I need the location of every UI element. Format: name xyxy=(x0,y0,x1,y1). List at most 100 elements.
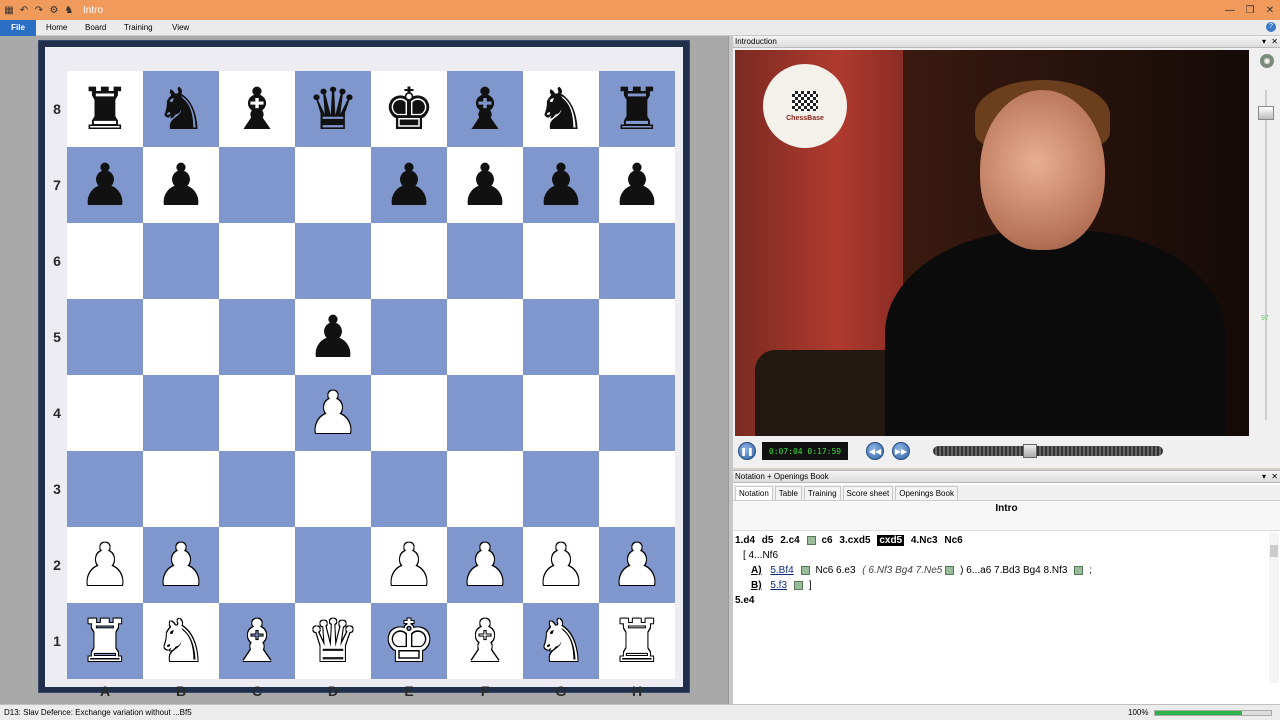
square-f7[interactable]: ♟ xyxy=(447,147,523,223)
board-icon[interactable]: ▦ xyxy=(2,3,16,17)
square-a1[interactable]: ♜ xyxy=(67,603,143,679)
square-g4[interactable] xyxy=(523,375,599,451)
square-e1[interactable]: ♚ xyxy=(371,603,447,679)
black-pawn-icon[interactable]: ♟ xyxy=(535,156,587,214)
black-knight-icon[interactable]: ♞ xyxy=(535,80,587,138)
square-c3[interactable] xyxy=(219,451,295,527)
square-f4[interactable] xyxy=(447,375,523,451)
square-a6[interactable] xyxy=(67,223,143,299)
video-clip-icon[interactable] xyxy=(806,535,816,545)
square-b2[interactable]: ♟ xyxy=(143,527,219,603)
undo-icon[interactable]: ↶ xyxy=(17,3,31,17)
square-d7[interactable] xyxy=(295,147,371,223)
white-pawn-icon[interactable]: ♟ xyxy=(307,384,359,442)
tab-file[interactable]: File xyxy=(0,20,36,36)
variation-start[interactable]: [ 4...Nf6 xyxy=(735,548,1265,563)
black-bishop-icon[interactable]: ♝ xyxy=(459,80,511,138)
tab-notation[interactable]: Notation xyxy=(735,486,773,500)
square-b3[interactable] xyxy=(143,451,219,527)
square-e7[interactable]: ♟ xyxy=(371,147,447,223)
square-g3[interactable] xyxy=(523,451,599,527)
move[interactable]: c6 xyxy=(822,535,833,546)
square-b7[interactable]: ♟ xyxy=(143,147,219,223)
zoom-slider[interactable] xyxy=(1154,710,1272,716)
move[interactable]: d5 xyxy=(762,535,774,546)
square-b8[interactable]: ♞ xyxy=(143,71,219,147)
current-move[interactable]: cxd5 xyxy=(877,535,905,546)
square-h8[interactable]: ♜ xyxy=(599,71,675,147)
square-e5[interactable] xyxy=(371,299,447,375)
black-pawn-icon[interactable]: ♟ xyxy=(383,156,435,214)
close-icon[interactable]: ✕ xyxy=(1260,0,1280,20)
black-pawn-icon[interactable]: ♟ xyxy=(307,308,359,366)
video-clip-icon[interactable] xyxy=(800,565,810,575)
square-d1[interactable]: ♛ xyxy=(295,603,371,679)
square-b6[interactable] xyxy=(143,223,219,299)
seek-bar[interactable] xyxy=(933,446,1163,456)
move[interactable]: 5.e4 xyxy=(735,595,754,606)
tab-table[interactable]: Table xyxy=(774,486,802,500)
black-king-icon[interactable]: ♚ xyxy=(383,80,435,138)
white-knight-icon[interactable]: ♞ xyxy=(155,612,207,670)
variation-move[interactable]: 5.Bf4 xyxy=(770,565,793,576)
square-h5[interactable] xyxy=(599,299,675,375)
move[interactable]: 3.cxd5 xyxy=(839,535,870,546)
black-pawn-icon[interactable]: ♟ xyxy=(155,156,207,214)
square-a5[interactable] xyxy=(67,299,143,375)
black-knight-icon[interactable]: ♞ xyxy=(155,80,207,138)
square-h7[interactable]: ♟ xyxy=(599,147,675,223)
square-b5[interactable] xyxy=(143,299,219,375)
square-e2[interactable]: ♟ xyxy=(371,527,447,603)
square-g2[interactable]: ♟ xyxy=(523,527,599,603)
white-pawn-icon[interactable]: ♟ xyxy=(535,536,587,594)
video-clip-icon[interactable] xyxy=(794,580,804,590)
square-b4[interactable] xyxy=(143,375,219,451)
square-c5[interactable] xyxy=(219,299,295,375)
square-d3[interactable] xyxy=(295,451,371,527)
tab-board[interactable]: Board xyxy=(79,20,112,36)
square-h1[interactable]: ♜ xyxy=(599,603,675,679)
white-pawn-icon[interactable]: ♟ xyxy=(155,536,207,594)
tab-training[interactable]: Training xyxy=(803,486,841,500)
square-g8[interactable]: ♞ xyxy=(523,71,599,147)
square-h4[interactable] xyxy=(599,375,675,451)
move[interactable]: 1.d4 xyxy=(735,535,755,546)
minimize-icon[interactable]: — xyxy=(1220,0,1240,20)
black-queen-icon[interactable]: ♛ xyxy=(307,80,359,138)
black-rook-icon[interactable]: ♜ xyxy=(611,80,663,138)
video-clip-icon[interactable] xyxy=(1074,565,1084,575)
video-frame[interactable]: ChessBase xyxy=(735,50,1249,436)
tab-training[interactable]: Training xyxy=(118,20,159,36)
speaker-icon[interactable]: ◉ xyxy=(1260,54,1274,68)
square-c8[interactable]: ♝ xyxy=(219,71,295,147)
variation-move[interactable]: 5.f3 xyxy=(770,580,787,591)
black-bishop-icon[interactable]: ♝ xyxy=(231,80,283,138)
move[interactable]: 2.c4 xyxy=(780,535,799,546)
black-pawn-icon[interactable]: ♟ xyxy=(611,156,663,214)
square-g6[interactable] xyxy=(523,223,599,299)
tab-home[interactable]: Home xyxy=(40,20,73,36)
square-a8[interactable]: ♜ xyxy=(67,71,143,147)
white-bishop-icon[interactable]: ♝ xyxy=(231,612,283,670)
square-d4[interactable]: ♟ xyxy=(295,375,371,451)
square-f8[interactable]: ♝ xyxy=(447,71,523,147)
square-f6[interactable] xyxy=(447,223,523,299)
square-h2[interactable]: ♟ xyxy=(599,527,675,603)
white-pawn-icon[interactable]: ♟ xyxy=(459,536,511,594)
rewind-icon[interactable]: ◀◀ xyxy=(866,442,884,460)
square-a7[interactable]: ♟ xyxy=(67,147,143,223)
square-d8[interactable]: ♛ xyxy=(295,71,371,147)
square-f1[interactable]: ♝ xyxy=(447,603,523,679)
move[interactable]: 4.Nc3 xyxy=(911,535,938,546)
square-g1[interactable]: ♞ xyxy=(523,603,599,679)
white-pawn-icon[interactable]: ♟ xyxy=(383,536,435,594)
notation-text[interactable]: 1.d4 d5 2.c4 c6 3.cxd5 cxd5 4.Nc3 Nc6 [ … xyxy=(735,533,1265,683)
square-g7[interactable]: ♟ xyxy=(523,147,599,223)
move[interactable]: Nc6 xyxy=(944,535,962,546)
pane-menu-icon[interactable]: ▾ xyxy=(1262,471,1266,483)
volume-thumb[interactable] xyxy=(1258,106,1274,120)
black-pawn-icon[interactable]: ♟ xyxy=(79,156,131,214)
square-d6[interactable] xyxy=(295,223,371,299)
tab-view[interactable]: View xyxy=(166,20,195,36)
square-d2[interactable] xyxy=(295,527,371,603)
